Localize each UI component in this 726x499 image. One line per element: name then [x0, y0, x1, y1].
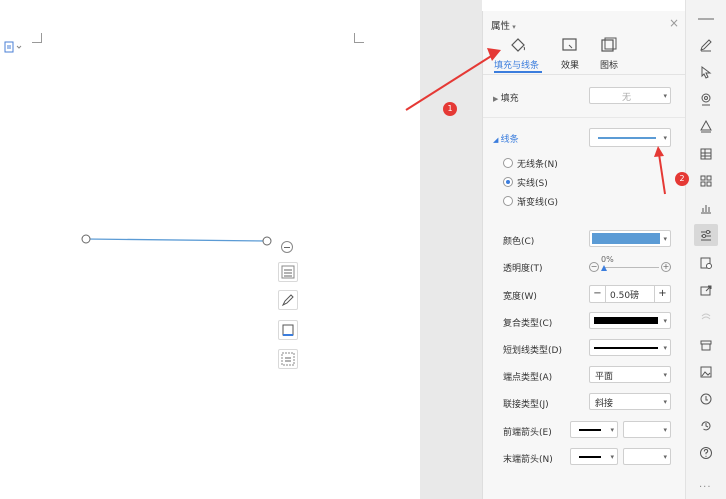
slider-minus-icon[interactable]: − [589, 262, 599, 272]
radio-gradient-line-circle [503, 196, 513, 206]
panel-title[interactable]: 属性 ▾ [491, 18, 516, 32]
tab-divider [483, 74, 686, 75]
radio-no-line-circle [503, 158, 513, 168]
table-icon[interactable] [694, 143, 718, 165]
compound-preview [594, 317, 658, 324]
location-icon[interactable] [694, 88, 718, 110]
picture-icon[interactable] [694, 361, 718, 383]
crop-mark-right [354, 33, 364, 43]
close-icon[interactable]: × [669, 16, 679, 30]
compound-type-label: 复合类型(C) [503, 319, 553, 329]
width-plus-button[interactable]: + [654, 286, 670, 302]
end-arrow-label: 末端箭头(N) [503, 455, 553, 465]
effects-icon [561, 37, 579, 56]
begin-arrow-preview [579, 429, 601, 431]
annotation-badge-2: 2 [675, 172, 689, 186]
image-settings-icon[interactable] [694, 252, 718, 274]
layout-options-button[interactable] [278, 262, 298, 282]
dash-type-dropdown[interactable]: ▾ [589, 339, 671, 356]
transparency-slider[interactable]: − 0% + [589, 255, 671, 275]
pen-style-button[interactable] [278, 290, 298, 310]
help-icon[interactable] [694, 442, 718, 464]
document-icon[interactable] [4, 41, 24, 53]
width-input[interactable]: 0.50磅 [610, 288, 639, 301]
fill-bucket-icon [509, 37, 527, 56]
select-cursor-icon[interactable] [694, 61, 718, 83]
color-picker[interactable]: ▾ [589, 230, 671, 247]
crop-mark-left [32, 33, 42, 43]
active-tab-underline [494, 71, 542, 73]
tab-effects[interactable]: 效果 [555, 37, 585, 75]
begin-arrow-type-dropdown[interactable]: ▾ [570, 421, 618, 438]
radio-solid-line-circle [503, 177, 513, 187]
icon-tab-icon [600, 37, 618, 56]
end-arrow-type-dropdown[interactable]: ▾ [570, 448, 618, 465]
history-icon[interactable] [694, 415, 718, 437]
begin-arrow-size-dropdown[interactable]: ▾ [623, 421, 671, 438]
section-divider [483, 117, 686, 118]
color-label: 颜色(C) [503, 237, 535, 247]
annotation-badge-1: 1 [443, 102, 457, 116]
document-canvas[interactable] [0, 0, 420, 499]
transparency-label: 透明度(T) [503, 264, 543, 274]
join-type-label: 联接类型(J) [503, 400, 549, 410]
line-section-toggle[interactable]: ◢ 线条 [493, 132, 519, 145]
properties-icon[interactable] [694, 224, 718, 246]
line-shape[interactable] [80, 233, 275, 249]
end-arrow-preview [579, 456, 601, 458]
right-toolbar: ··· [685, 0, 726, 499]
archive-icon[interactable] [694, 334, 718, 356]
slider-track [603, 267, 659, 268]
disabled-tool-icon [694, 306, 718, 328]
more-icon[interactable]: ··· [699, 482, 712, 493]
slider-thumb[interactable] [601, 265, 607, 271]
width-minus-button[interactable]: − [590, 286, 606, 302]
tab-fill-and-line[interactable]: 填充与线条 [491, 37, 547, 75]
transparency-value: 0% [601, 255, 614, 264]
cap-type-label: 端点类型(A) [503, 373, 553, 383]
dash-preview [594, 347, 658, 349]
tab-icon[interactable]: 图标 [595, 37, 625, 75]
shapes-icon[interactable] [694, 115, 718, 137]
dash-type-label: 短划线类型(D) [503, 346, 562, 356]
join-type-dropdown[interactable]: 斜接 ▾ [589, 393, 671, 410]
width-label: 宽度(W) [503, 292, 537, 302]
cap-type-dropdown[interactable]: 平面 ▾ [589, 366, 671, 383]
width-stepper: − 0.50磅 + [589, 285, 671, 303]
outline-button[interactable] [278, 320, 298, 340]
color-swatch [592, 233, 660, 244]
slider-plus-icon[interactable]: + [661, 262, 671, 272]
compound-type-dropdown[interactable]: ▾ [589, 312, 671, 329]
shape-more-button[interactable] [278, 349, 298, 369]
begin-arrow-label: 前端箭头(E) [503, 428, 552, 438]
end-arrow-size-dropdown[interactable]: ▾ [623, 448, 671, 465]
apps-grid-icon[interactable] [694, 170, 718, 192]
share-icon[interactable] [694, 279, 718, 301]
toolbar-grip-icon [698, 18, 714, 20]
line-style-dropdown[interactable]: ▾ [589, 128, 671, 147]
workspace-gutter [420, 0, 482, 499]
fill-dropdown[interactable]: 无 ▾ [589, 87, 671, 104]
fill-section-toggle[interactable]: ▶ 填充 [493, 91, 519, 104]
pen-icon[interactable] [694, 34, 718, 56]
line-preview [598, 137, 656, 139]
collapse-icon[interactable] [281, 241, 293, 253]
chart-icon[interactable] [694, 197, 718, 219]
properties-panel: 属性 ▾ × 填充与线条 效果 图标 ▶ 填充 无 ▾ ◢ 线条 ▾ 无线条(N… [482, 11, 686, 499]
backup-icon[interactable] [694, 388, 718, 410]
